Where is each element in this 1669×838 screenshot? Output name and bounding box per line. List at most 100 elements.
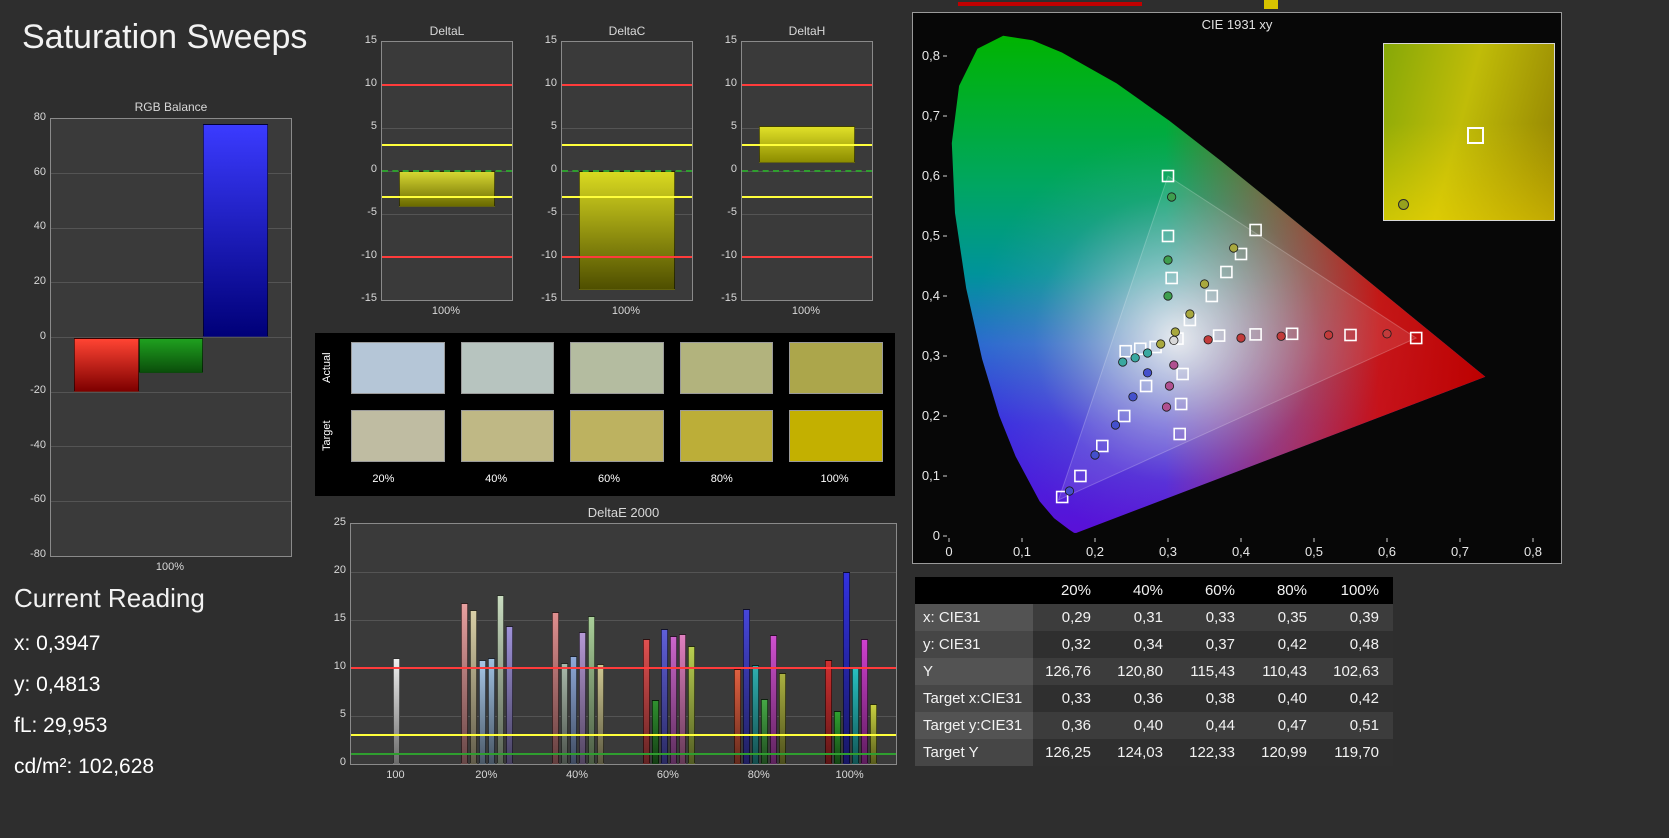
cie-measured-point xyxy=(1199,279,1210,289)
delta-e-bar xyxy=(778,672,786,764)
y-tick-label: 0 xyxy=(370,163,377,175)
y-tick-label: -10 xyxy=(361,249,377,261)
current-reading-y: y: 0,4813 xyxy=(14,673,101,696)
table-cell: 126,25 xyxy=(1033,739,1105,766)
swatch-target-100% xyxy=(789,410,883,462)
cie-y-tick: 0,8 xyxy=(922,48,940,63)
delta-h-plot xyxy=(741,41,873,301)
swatch-column-label: 60% xyxy=(597,473,620,485)
swatch-target-20% xyxy=(351,410,445,462)
cie-measured-point xyxy=(1167,192,1177,202)
reference-line xyxy=(382,256,512,258)
y-tick-label: 10 xyxy=(544,77,557,89)
cie-x-tick: 0,5 xyxy=(1305,544,1323,559)
reference-line xyxy=(742,84,872,86)
gridline xyxy=(51,446,291,448)
table-cell: 124,03 xyxy=(1105,739,1177,766)
swatch-row-target: Target xyxy=(319,410,883,462)
cie-y-tick: 0 xyxy=(933,528,940,543)
cie-x-tick: 0,7 xyxy=(1451,544,1469,559)
delta-e-bar xyxy=(742,609,750,764)
delta-e-bar xyxy=(642,639,650,764)
delta-e-bar xyxy=(497,595,505,764)
table-cell: 0,33 xyxy=(1033,685,1105,712)
y-tick-label: 15 xyxy=(364,34,377,46)
delta-e-bar xyxy=(751,665,759,764)
swatch-target-60% xyxy=(570,410,664,462)
cie-1931-panel: CIE 1931 xy 0 0,1 0,2 0,3 0,4 0,5 0,6 0,7 0,8 0 0,… xyxy=(912,12,1562,564)
cie-measured-point xyxy=(1185,309,1195,319)
page-title: Saturation Sweeps xyxy=(22,18,308,56)
x-axis-label: 100% xyxy=(611,305,641,317)
table-cell: 0,31 xyxy=(1105,604,1177,631)
swatch-column-label: 100% xyxy=(820,473,849,485)
cie-x-tick: 0,8 xyxy=(1524,544,1542,559)
cie-x-tick: 0,3 xyxy=(1159,544,1177,559)
delta-e-bar xyxy=(588,616,596,764)
table-row-label: Y xyxy=(915,658,1033,685)
gridline xyxy=(351,571,896,573)
table-cell: 0,44 xyxy=(1177,712,1249,739)
table-cell: 120,80 xyxy=(1105,658,1177,685)
inset-target-square xyxy=(1467,126,1485,144)
cie-x-tick: 0,1 xyxy=(1013,544,1031,559)
x-axis-label: 100% xyxy=(155,561,185,573)
y-tick-label: 25 xyxy=(333,516,346,528)
delta-e-bar xyxy=(669,636,677,764)
reference-line xyxy=(382,84,512,86)
saturation-results-table: 20% 40% 60% 80% 100% x: CIE31 0,29 0,31 0,33 0,35… xyxy=(915,577,1393,766)
delta-e-bar xyxy=(678,634,686,764)
cie-measured-point xyxy=(1323,330,1334,340)
y-tick-label: 5 xyxy=(370,120,377,132)
table-header-cell: 20% xyxy=(1033,577,1105,604)
swatch-actual-80% xyxy=(679,342,774,394)
x-tick-label: 100% xyxy=(835,769,864,781)
table-cell: 0,48 xyxy=(1321,631,1393,658)
table-row-label: Target Y xyxy=(915,739,1033,766)
table-header-cell: 80% xyxy=(1249,577,1321,604)
top-red-strip xyxy=(958,2,1142,6)
y-tick-label: -5 xyxy=(727,206,737,218)
delta-e-bar xyxy=(561,663,569,764)
table-header-cell: 40% xyxy=(1105,577,1177,604)
current-reading: Current Reading x: 0,3947 y: 0,4813 fL: … xyxy=(14,583,205,796)
reference-line xyxy=(351,734,896,737)
delta-l-chart: DeltaL 15 10 5 0 -5 -10 -15 100% xyxy=(345,24,515,326)
reference-line xyxy=(742,256,872,258)
table-cell: 0,36 xyxy=(1033,712,1105,739)
rgb-balance-plot xyxy=(50,118,292,557)
cie-y-tick: 0,3 xyxy=(922,348,940,363)
table-cell: 0,40 xyxy=(1249,685,1321,712)
delta-e-2000-chart: DeltaE 2000 25 20 15 10 5 0 100 20% 40% 60% 80% 100… xyxy=(318,505,902,801)
delta-h-title: DeltaH xyxy=(788,24,826,38)
x-tick-label: 60% xyxy=(656,769,679,781)
cie-measured-point xyxy=(1236,333,1246,343)
delta-e-bar xyxy=(733,668,741,764)
delta-e-2000-title: DeltaE 2000 xyxy=(587,505,660,520)
table-cell: 0,37 xyxy=(1177,631,1249,658)
delta-e-bar xyxy=(392,658,400,764)
delta-c-chart: DeltaC 15 10 5 0 -5 -10 -15 100% xyxy=(525,24,695,326)
swatch-column-label: 80% xyxy=(710,473,733,485)
reference-line xyxy=(382,144,512,147)
cie-measured-point xyxy=(1130,353,1140,363)
cie-measured-point xyxy=(1170,327,1180,337)
table-cell: 0,35 xyxy=(1249,604,1321,631)
cie-measured-point xyxy=(1382,329,1392,339)
cie-y-tick: 0,1 xyxy=(922,468,940,483)
y-tick-label: 20 xyxy=(333,564,346,576)
table-cell: 0,36 xyxy=(1105,685,1177,712)
gridline xyxy=(351,715,896,717)
delta-h-chart: DeltaH 15 10 5 0 -5 -10 -15 100% xyxy=(705,24,875,326)
red-bar xyxy=(73,337,139,393)
x-tick-label: 80% xyxy=(747,769,770,781)
cie-x-tick: 0,6 xyxy=(1378,544,1396,559)
y-tick-label: -80 xyxy=(30,548,46,560)
reference-line xyxy=(742,170,872,172)
delta-e-bar xyxy=(470,610,478,764)
reference-line xyxy=(562,144,692,147)
table-cell: 119,70 xyxy=(1321,739,1393,766)
delta-l-title: DeltaL xyxy=(429,24,465,38)
cie-x-tick: 0,4 xyxy=(1232,544,1250,559)
table-cell: 120,99 xyxy=(1249,739,1321,766)
